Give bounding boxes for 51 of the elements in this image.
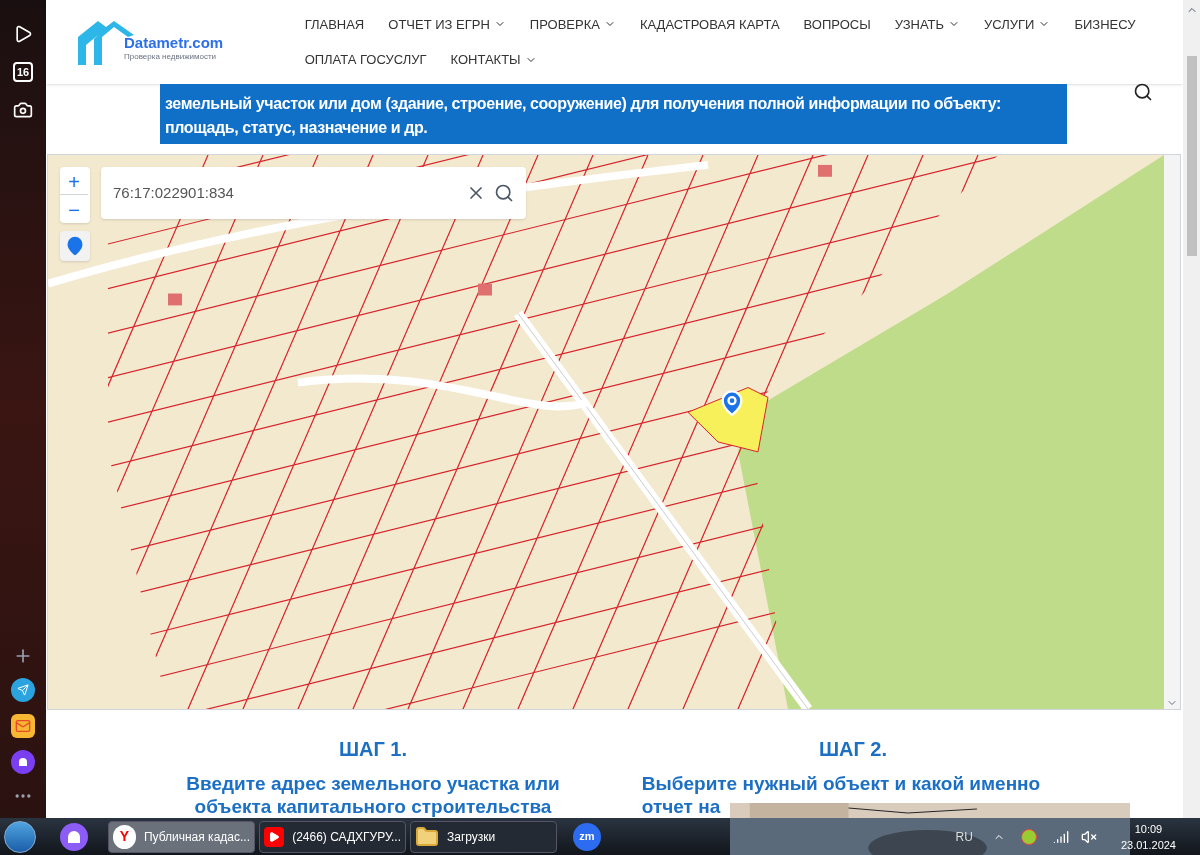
nav-link[interactable]: ОТЧЕТ ИЗ ЕГРН bbox=[388, 14, 506, 35]
taskbar-button[interactable]: Y Публичная кадас... bbox=[108, 820, 255, 853]
site-logo[interactable]: Datametr.com Проверка недвижимости bbox=[76, 17, 281, 68]
step-text: Введите адрес земельного участка или bbox=[186, 772, 560, 795]
mail-icon[interactable] bbox=[11, 714, 35, 738]
search-icon[interactable] bbox=[494, 182, 514, 203]
logo-tagline: Проверка недвижимости bbox=[124, 51, 218, 64]
nav-link[interactable]: ОПЛАТА ГОСУСЛУГ bbox=[304, 50, 427, 70]
cadastral-map[interactable]: + − 76:17:022901:834 bbox=[47, 153, 1181, 710]
nav-link[interactable]: БИЗНЕСУ bbox=[1074, 14, 1136, 35]
clock-time[interactable]: 10:09 bbox=[1134, 820, 1163, 837]
logo-name: Datametr.com bbox=[124, 35, 224, 52]
nav-link[interactable]: ВОПРОСЫ bbox=[803, 14, 871, 35]
nav-link[interactable]: КАДАСТРОВАЯ КАРТА bbox=[639, 14, 780, 35]
video-icon bbox=[264, 826, 285, 847]
nav-link[interactable]: УЗНАТЬ bbox=[894, 14, 961, 35]
telegram-icon[interactable] bbox=[11, 678, 35, 702]
calendar-icon[interactable]: 16 bbox=[12, 62, 34, 82]
play-icon[interactable] bbox=[13, 24, 33, 44]
nav-link[interactable]: УСЛУГИ bbox=[984, 14, 1051, 35]
step-text: объекта капитального строительства bbox=[194, 795, 552, 818]
clock-date[interactable]: 23.01.2024 bbox=[1120, 836, 1176, 853]
browser-icon: Y bbox=[113, 824, 136, 849]
nav-link[interactable]: ГЛАВНАЯ bbox=[304, 14, 365, 35]
location-pin-icon bbox=[65, 235, 85, 256]
banner-text: земельный участок или дом (здание, строение, сооружение) для получения полной информации по объекту: bbox=[165, 94, 1002, 115]
language-indicator[interactable]: RU bbox=[955, 827, 973, 846]
nav-link[interactable]: ПРОВЕРКА bbox=[529, 14, 616, 35]
step-text: Выберите нужный объект и какой именно bbox=[641, 772, 1041, 795]
assistant-icon[interactable] bbox=[60, 822, 88, 851]
meeting-app-icon[interactable]: zm bbox=[573, 822, 601, 851]
step-title: ШАГ 1. bbox=[338, 737, 408, 762]
cadastral-number-input[interactable]: 76:17:022901:834 bbox=[113, 181, 466, 205]
taskbar-button[interactable]: Загрузки bbox=[410, 820, 557, 853]
location-button[interactable] bbox=[60, 230, 90, 261]
taskbar-button[interactable]: (2466) САДХГУРУ... bbox=[259, 820, 406, 853]
zoom-in-button[interactable]: + bbox=[60, 166, 88, 195]
search-icon[interactable] bbox=[1133, 82, 1153, 103]
zoom-out-button[interactable]: − bbox=[60, 194, 88, 223]
camera-icon[interactable] bbox=[13, 100, 33, 120]
step-title: ШАГ 2. bbox=[818, 737, 888, 762]
nav-link[interactable]: КОНТАКТЫ bbox=[450, 50, 537, 70]
banner-text: площадь, статус, назначение и др. bbox=[165, 118, 429, 139]
scrollbar-thumb[interactable] bbox=[1186, 56, 1197, 256]
signal-icon[interactable] bbox=[1052, 828, 1069, 845]
volume-muted-icon[interactable] bbox=[1080, 828, 1097, 845]
start-button[interactable] bbox=[4, 820, 36, 853]
folder-icon bbox=[415, 824, 439, 849]
step-text: отчет на bbox=[641, 795, 721, 818]
assistant-icon[interactable] bbox=[11, 750, 35, 774]
cadastral-search-field[interactable]: 76:17:022901:834 bbox=[101, 166, 526, 219]
